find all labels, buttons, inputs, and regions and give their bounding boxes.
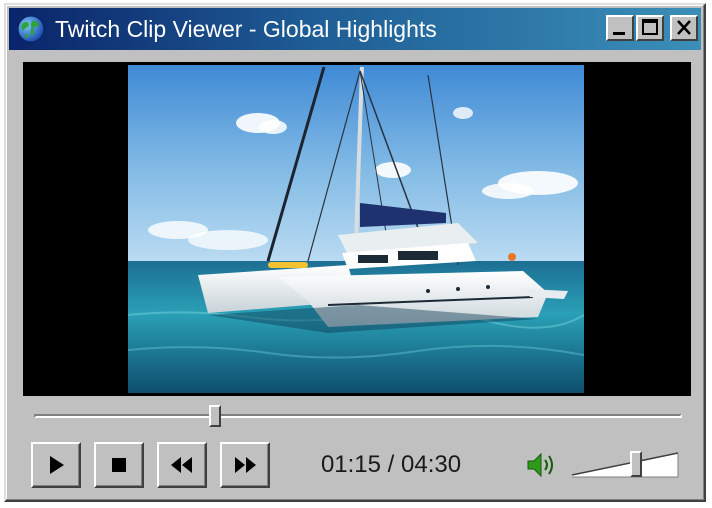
close-icon bbox=[677, 20, 691, 35]
close-button[interactable] bbox=[670, 15, 698, 41]
maximize-button[interactable] bbox=[636, 15, 664, 41]
play-icon bbox=[50, 456, 64, 474]
volume-ramp bbox=[571, 452, 679, 478]
globe-icon bbox=[17, 15, 45, 43]
fast-forward-icon bbox=[235, 457, 256, 473]
minimize-icon bbox=[613, 32, 625, 35]
stop-icon bbox=[112, 458, 126, 472]
video-display[interactable] bbox=[23, 62, 691, 396]
media-player-window: Twitch Clip Viewer - Global Highlights 0… bbox=[4, 3, 706, 502]
seek-slider[interactable] bbox=[34, 405, 682, 427]
timecode: 01:15 / 04:30 bbox=[320, 451, 462, 478]
stop-button[interactable] bbox=[94, 442, 144, 488]
maximize-icon bbox=[642, 19, 658, 35]
fast-forward-button[interactable] bbox=[220, 442, 270, 488]
rewind-icon bbox=[171, 457, 192, 473]
video-frame bbox=[128, 65, 584, 393]
rewind-button[interactable] bbox=[157, 442, 207, 488]
minimize-button[interactable] bbox=[606, 15, 634, 41]
seek-thumb[interactable] bbox=[209, 405, 222, 427]
speaker-icon[interactable] bbox=[524, 450, 558, 480]
play-button[interactable] bbox=[31, 442, 81, 488]
volume-thumb[interactable] bbox=[629, 451, 642, 477]
volume-slider[interactable] bbox=[568, 445, 684, 485]
window-title: Twitch Clip Viewer - Global Highlights bbox=[55, 16, 437, 42]
seek-track[interactable] bbox=[34, 414, 682, 418]
title-bar[interactable]: Twitch Clip Viewer - Global Highlights bbox=[9, 8, 701, 50]
